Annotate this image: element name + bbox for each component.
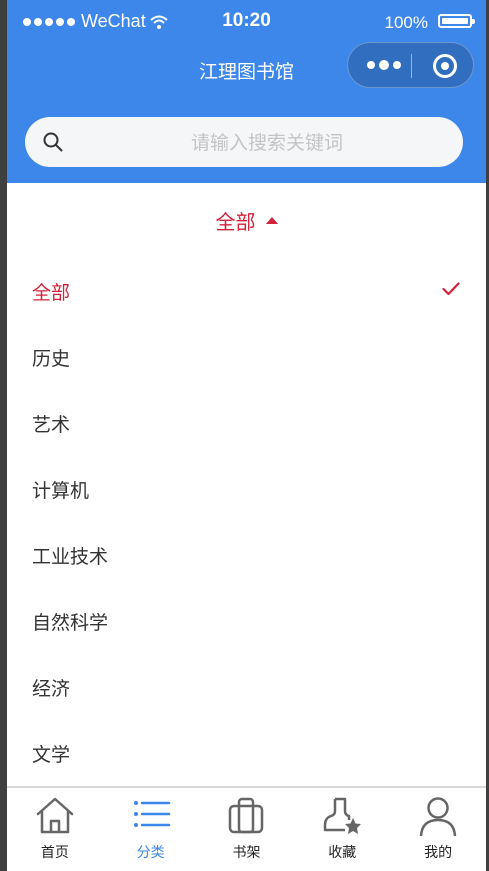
category-option-literature[interactable]: 文学 xyxy=(7,720,486,786)
tab-profile[interactable]: 我的 xyxy=(390,788,486,871)
home-icon xyxy=(36,797,74,834)
status-bar: WeChat 10:20 100% xyxy=(7,0,486,42)
tab-label: 首页 xyxy=(40,845,69,861)
category-list: 全部 历史 艺术 计算机 工业技术 自然科学 经济 文学 xyxy=(7,258,486,786)
category-option-natural-science[interactable]: 自然科学 xyxy=(7,588,486,654)
search-bar xyxy=(25,117,463,169)
category-label: 全部 xyxy=(32,281,71,304)
tab-favorites[interactable]: 收藏 xyxy=(294,788,390,871)
close-mini-program-icon[interactable] xyxy=(432,53,458,79)
more-icon[interactable] xyxy=(362,54,406,76)
favorite-user-icon xyxy=(324,797,362,834)
category-option-history[interactable]: 历史 xyxy=(7,324,486,390)
profile-icon xyxy=(419,797,457,837)
tab-home[interactable]: 首页 xyxy=(7,788,103,871)
category-label: 自然科学 xyxy=(32,611,109,634)
category-label: 文学 xyxy=(32,743,71,766)
category-option-computer[interactable]: 计算机 xyxy=(7,456,486,522)
category-option-economy[interactable]: 经济 xyxy=(7,654,486,720)
category-option-all[interactable]: 全部 xyxy=(7,258,486,324)
tab-label: 书架 xyxy=(232,845,261,861)
tab-bar: 首页 分类 书架 收藏 我的 xyxy=(7,786,486,871)
category-label: 历史 xyxy=(32,347,71,370)
phone-screen: WeChat 10:20 100% 江理图书馆 请输入搜索关键词 全部 全部 历… xyxy=(7,0,486,871)
search-input[interactable] xyxy=(85,117,449,169)
category-filter[interactable]: 全部 xyxy=(7,183,486,258)
bookshelf-icon xyxy=(229,797,264,834)
category-label: 工业技术 xyxy=(32,545,109,568)
category-label: 艺术 xyxy=(32,413,71,436)
mini-program-capsule xyxy=(347,42,474,88)
list-icon xyxy=(133,801,170,827)
tab-label: 收藏 xyxy=(328,845,357,861)
tab-category[interactable]: 分类 xyxy=(103,788,199,871)
caret-up-icon xyxy=(265,217,278,224)
tab-label: 分类 xyxy=(136,845,165,861)
category-label: 经济 xyxy=(32,677,71,700)
capsule-divider xyxy=(411,54,412,78)
header: WeChat 10:20 100% 江理图书馆 xyxy=(7,0,486,183)
tab-label: 我的 xyxy=(424,845,453,861)
category-option-industrial-tech[interactable]: 工业技术 xyxy=(7,522,486,588)
tab-bookshelf[interactable]: 书架 xyxy=(199,788,295,871)
battery-icon xyxy=(438,14,475,28)
filter-label: 全部 xyxy=(215,210,256,234)
search-icon xyxy=(43,132,63,152)
category-label: 计算机 xyxy=(32,479,90,502)
category-option-art[interactable]: 艺术 xyxy=(7,390,486,456)
battery-percent: 100% xyxy=(384,13,428,32)
checkmark-icon xyxy=(442,282,460,296)
